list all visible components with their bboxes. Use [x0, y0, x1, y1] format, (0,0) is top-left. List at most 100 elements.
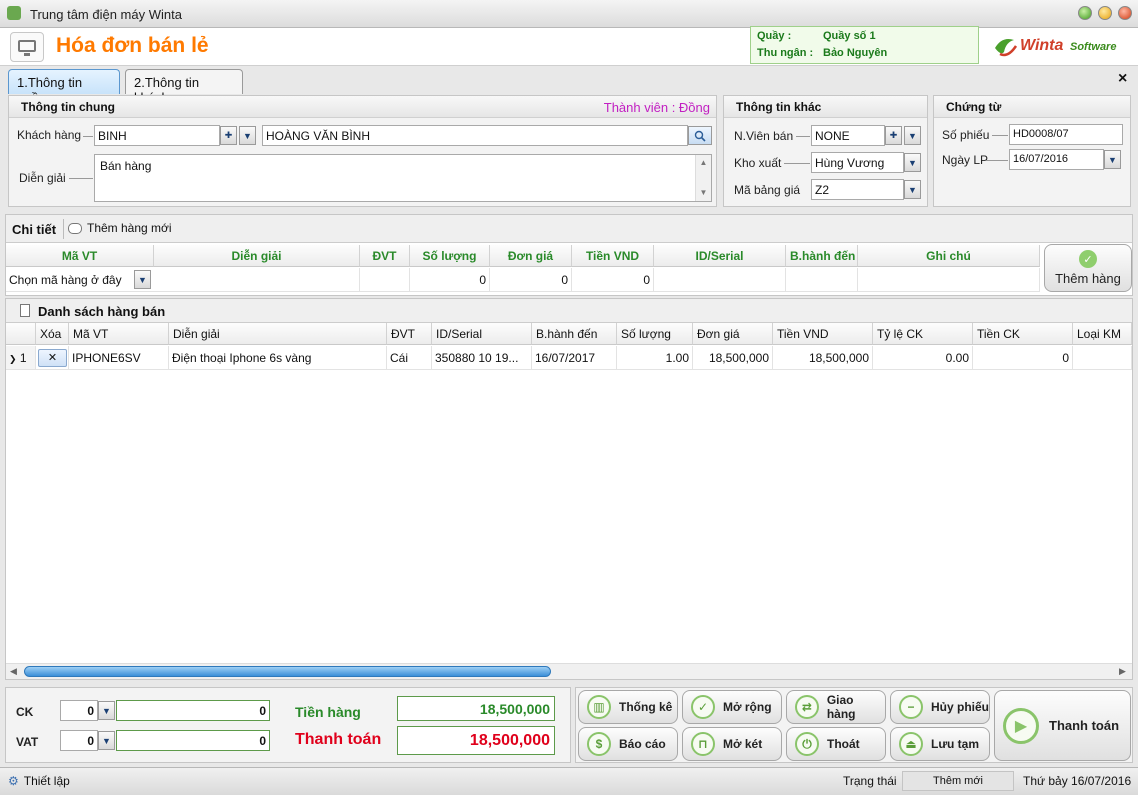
customer-label: Khách hàng: [17, 128, 82, 142]
add-new-item-link[interactable]: Thêm hàng mới: [68, 221, 172, 235]
staff-label: N.Viên bán: [734, 129, 794, 143]
minimize-icon[interactable]: [1078, 6, 1092, 20]
customer-code-field[interactable]: BINH: [94, 125, 220, 146]
exit-label: Thoát: [827, 737, 860, 751]
checkout-label: Thanh toán: [1049, 718, 1120, 733]
detail-amount-cell[interactable]: 0: [572, 268, 654, 292]
vat-amount-field[interactable]: 0: [116, 730, 270, 751]
general-info-panel: Thông tin chung Thành viên : Đồng Khách …: [8, 95, 717, 207]
detail-warranty-cell[interactable]: [786, 268, 858, 292]
voucher-date-field[interactable]: 16/07/2016: [1009, 149, 1104, 170]
tab-customer-info[interactable]: 2.Thông tin khách: [125, 69, 243, 105]
other-info-panel: Thông tin khác N.Viên bán NONE ✚ ▼ Kho x…: [723, 95, 928, 207]
counter-value: Quầy số 1: [823, 30, 876, 42]
row-serial[interactable]: 350880 10 19...: [432, 346, 532, 370]
delete-row-button[interactable]: ✕: [38, 349, 67, 367]
vat-dropdown-icon[interactable]: ▼: [98, 731, 115, 750]
ck-amount-field[interactable]: 0: [116, 700, 270, 721]
cancel-voucher-label: Hủy phiếu: [931, 700, 990, 714]
row-warranty[interactable]: 16/07/2017: [532, 346, 617, 370]
close-tab-icon[interactable]: ×: [1118, 70, 1127, 88]
add-staff-icon[interactable]: ✚: [885, 126, 902, 145]
list-col-price: Đơn giá: [693, 323, 773, 345]
description-textarea[interactable]: Bán hàng: [94, 154, 712, 202]
statistics-button[interactable]: ▥ Thống kê: [578, 690, 678, 724]
check-circle-icon: ✓: [691, 695, 715, 719]
detail-col-dien-giai: Diễn giải: [154, 245, 360, 267]
date-dropdown-icon[interactable]: ▼: [1104, 150, 1121, 169]
notepad-icon: [20, 304, 30, 317]
detail-product-code-input[interactable]: Chọn mã hàng ở đây: [6, 268, 154, 292]
tab-counter-info[interactable]: 1.Thông tin quầy: [8, 69, 120, 105]
vat-percent-field[interactable]: 0: [60, 730, 98, 751]
row-promo-type[interactable]: [1073, 346, 1132, 370]
detail-qty-cell[interactable]: 0: [410, 268, 490, 292]
close-window-icon[interactable]: [1118, 6, 1132, 20]
detail-unit-cell[interactable]: [360, 268, 410, 292]
scroll-right-icon[interactable]: ▶: [1119, 666, 1126, 677]
row-ma-vt[interactable]: IPHONE6SV: [69, 346, 169, 370]
ck-label: CK: [16, 705, 34, 719]
add-customer-icon[interactable]: ✚: [220, 126, 237, 145]
report-label: Báo cáo: [619, 737, 666, 751]
row-price[interactable]: 18,500,000: [693, 346, 773, 370]
pricelist-select[interactable]: Z2: [811, 179, 904, 200]
cashier-label: Thu ngân :: [757, 47, 814, 59]
staff-dropdown-icon[interactable]: ▼: [904, 126, 921, 145]
label-leader: [784, 163, 810, 164]
row-dvt[interactable]: Cái: [387, 346, 432, 370]
window-titlebar: Trung tâm điện máy Winta: [0, 0, 1138, 28]
total-value: 18,500,000: [397, 726, 555, 755]
row-amount[interactable]: 18,500,000: [773, 346, 873, 370]
delivery-button[interactable]: ⇄ Giao hàng: [786, 690, 886, 724]
row-discount-amount[interactable]: 0: [973, 346, 1073, 370]
add-item-button[interactable]: ✓ Thêm hàng: [1044, 244, 1132, 292]
voucher-number-field[interactable]: HD0008/07: [1009, 124, 1123, 145]
detail-serial-cell[interactable]: [654, 268, 786, 292]
pricelist-dropdown-icon[interactable]: ▼: [904, 180, 921, 199]
warehouse-label: Kho xuất: [734, 156, 782, 170]
detail-note-cell[interactable]: [858, 268, 1040, 292]
textarea-scrollbar[interactable]: ▲ ▼: [695, 155, 711, 201]
tab-detail[interactable]: Chi tiết: [12, 222, 56, 237]
row-number: 1: [19, 351, 27, 365]
customer-name-field[interactable]: HOÀNG VĂN BÌNH: [262, 125, 688, 146]
save-draft-button[interactable]: ⏏ Lưu tạm: [890, 727, 990, 761]
actions-panel: ▥ Thống kê ✓ Mở rộng ⇄ Giao hàng − Hủy phiếu…: [575, 687, 1133, 763]
scroll-left-icon[interactable]: ◀: [10, 666, 17, 677]
row-discount-rate[interactable]: 0.00: [873, 346, 973, 370]
row-dien-giai[interactable]: Điện thoại Iphone 6s vàng: [169, 346, 387, 370]
horizontal-scrollbar[interactable]: ◀ ▶: [6, 663, 1132, 679]
ck-dropdown-icon[interactable]: ▼: [98, 701, 115, 720]
status-state-value: Thêm mới: [902, 771, 1014, 791]
row-qty[interactable]: 1.00: [617, 346, 693, 370]
cancel-voucher-button[interactable]: − Hủy phiếu: [890, 690, 990, 724]
product-dropdown-icon[interactable]: ▼: [134, 270, 151, 289]
list-col-serial: ID/Serial: [432, 323, 532, 345]
ck-percent-field[interactable]: 0: [60, 700, 98, 721]
detail-price-cell[interactable]: 0: [490, 268, 572, 292]
maximize-icon[interactable]: [1098, 6, 1112, 20]
warehouse-select[interactable]: Hùng Vương: [811, 152, 904, 173]
scroll-thumb[interactable]: [24, 666, 551, 677]
list-col-amount: Tiền VND: [773, 323, 873, 345]
staff-field[interactable]: NONE: [811, 125, 885, 146]
settings-link[interactable]: ⚙ Thiết lập: [8, 774, 70, 788]
detail-desc-cell[interactable]: [154, 268, 360, 292]
customer-dropdown-icon[interactable]: ▼: [239, 126, 256, 145]
voucher-number-label: Số phiếu: [942, 128, 990, 142]
report-button[interactable]: $ Báo cáo: [578, 727, 678, 761]
voucher-panel: Chứng từ Số phiếu HD0008/07 Ngày LP 16/0…: [933, 95, 1131, 207]
speech-bubble-icon: [68, 222, 82, 234]
page-title: Hóa đơn bán lẻ: [56, 34, 209, 57]
member-status: Thành viên : Đồng: [603, 100, 710, 115]
checkout-button[interactable]: ▶ Thanh toán: [994, 690, 1131, 761]
open-drawer-button[interactable]: ⊓ Mở két: [682, 727, 782, 761]
total-label: Thanh toán: [295, 731, 382, 748]
exit-button[interactable]: ⏻ Thoát: [786, 727, 886, 761]
expand-button[interactable]: ✓ Mở rộng: [682, 690, 782, 724]
detail-col-note: Ghi chú: [858, 245, 1040, 267]
list-col-rowheader: [6, 323, 36, 345]
search-customer-icon[interactable]: [688, 126, 712, 145]
warehouse-dropdown-icon[interactable]: ▼: [904, 153, 921, 172]
